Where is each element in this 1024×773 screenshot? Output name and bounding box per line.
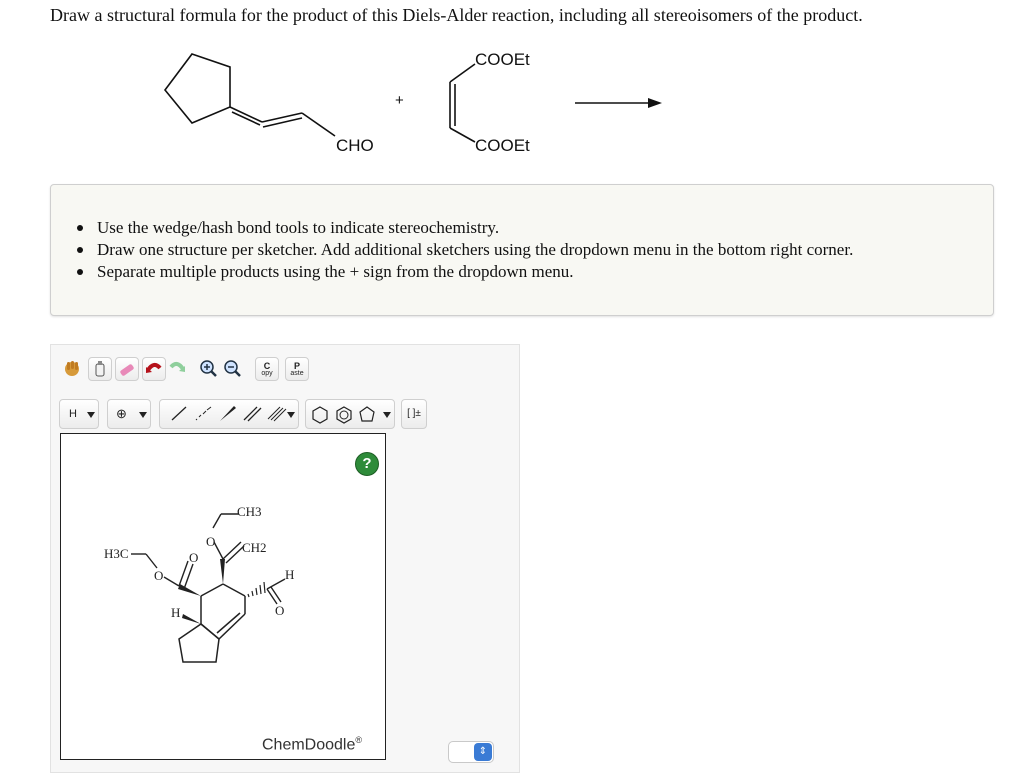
copy-button[interactable]: C opy <box>255 357 279 381</box>
paste-label-top: P <box>293 361 300 371</box>
benzene-icon <box>336 406 352 424</box>
bracket-label: [ ]± <box>407 408 421 419</box>
mol-label-o-aldehyde: O <box>275 603 284 618</box>
mol-label-o-left: O <box>154 568 163 583</box>
mol-label-o-carbonyl: O <box>189 550 198 565</box>
zoom-out-button[interactable] <box>220 357 244 381</box>
ring-tools-group <box>305 399 395 429</box>
instruction-text: Draw one structure per sketcher. Add add… <box>97 240 854 259</box>
redo-button[interactable] <box>165 357 189 381</box>
copy-label-bottom: opy <box>261 370 273 377</box>
eraser-icon <box>120 364 134 376</box>
charge-label: ⊕ <box>116 406 127 421</box>
eraser-tool[interactable] <box>115 357 139 381</box>
mol-label-h3c: H3C <box>104 546 129 561</box>
cyclopentane-ring <box>163 53 231 124</box>
triple-bond-icon <box>267 406 287 422</box>
plus-sign: + <box>395 92 404 109</box>
product-structure: CH3 O CH2 H3C O O H O H <box>104 504 294 663</box>
bullet-icon <box>77 247 83 253</box>
mol-label-ch2: CH2 <box>242 540 267 555</box>
instruction-item: Draw one structure per sketcher. Add add… <box>77 239 854 261</box>
ester-bottom-label: COOEt <box>475 136 530 155</box>
cyclohexane-icon <box>312 406 328 424</box>
lasso-icon <box>95 361 105 377</box>
ring-icons <box>312 406 375 424</box>
lasso-tool[interactable] <box>88 357 112 381</box>
zoom-in-button[interactable] <box>196 357 220 381</box>
spinner-arrows-icon: ⇕ <box>474 743 492 761</box>
ester-top-label: COOEt <box>475 50 530 69</box>
instructions-panel: Use the wedge/hash bond tools to indicat… <box>50 184 994 316</box>
zoom-in-icon <box>200 360 217 377</box>
instruction-item: Separate multiple products using the + s… <box>77 261 853 283</box>
element-selector[interactable]: H <box>59 399 99 429</box>
copy-label-top: C <box>263 361 271 371</box>
brand-name: ChemDoodle <box>262 736 356 754</box>
chemdoodle-logo: ChemDoodle® <box>262 735 362 754</box>
undo-icon <box>146 363 162 373</box>
aldehyde-label: CHO <box>336 136 374 155</box>
bullet-icon <box>77 225 83 231</box>
instruction-text: Separate multiple products using the + s… <box>97 262 574 281</box>
pan-hand-tool[interactable] <box>60 357 84 381</box>
bracket-tool[interactable]: [ ]± <box>401 399 427 429</box>
zoom-out-icon <box>224 360 241 377</box>
brand-mark: ® <box>355 735 363 745</box>
hand-icon <box>65 361 79 376</box>
bond-tools-group <box>159 399 299 429</box>
mol-label-h-right: H <box>285 567 294 582</box>
charge-selector[interactable]: ⊕ <box>107 399 151 429</box>
chevron-down-icon <box>287 412 295 418</box>
instructions-list: Use the wedge/hash bond tools to indicat… <box>77 217 854 283</box>
wedge-bond-icon <box>220 406 236 421</box>
mol-label-o-top: O <box>206 534 215 549</box>
double-bond-icon <box>243 406 262 422</box>
mol-label-h-left: H <box>171 605 180 620</box>
instruction-text: Use the wedge/hash bond tools to indicat… <box>97 218 500 237</box>
redo-icon <box>169 362 185 372</box>
paste-label-bottom: aste <box>290 370 304 377</box>
bullet-icon <box>77 269 83 275</box>
hash-bond-icon <box>195 406 212 421</box>
cyclopentane-icon <box>359 406 375 422</box>
instruction-item: Use the wedge/hash bond tools to indicat… <box>77 217 853 239</box>
chevron-down-icon <box>383 412 391 418</box>
bond-icons <box>171 406 287 422</box>
single-bond-icon <box>171 406 187 421</box>
paste-button[interactable]: P aste <box>285 357 309 381</box>
drawing-canvas[interactable]: ? CH3 O CH2 H3C O O H O H ChemDoodle® <box>60 433 386 760</box>
chevron-down-icon <box>87 412 95 418</box>
element-label: H <box>69 408 77 420</box>
chevron-down-icon <box>139 412 147 418</box>
chemdoodle-sketcher: C opy P aste H ⊕ [ ]± ? CH3 O CH2 H3C O … <box>50 344 520 773</box>
undo-button[interactable] <box>142 357 166 381</box>
mol-label-ch3: CH3 <box>237 504 262 519</box>
add-sketcher-dropdown[interactable]: ⇕ <box>448 741 494 763</box>
